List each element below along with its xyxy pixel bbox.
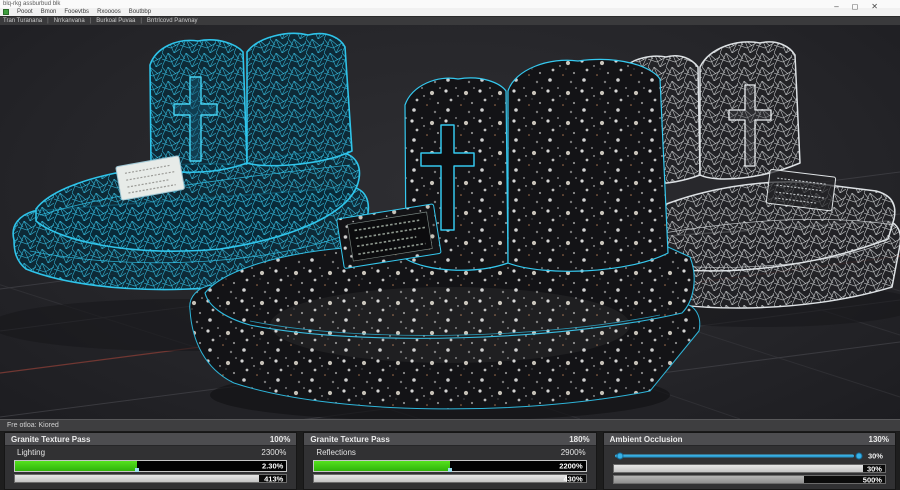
panel-granite-texture-lighting: Granite Texture Pass 100% Lighting 2300%… xyxy=(4,432,298,490)
toolbar-item-2[interactable]: Burkoal Puvaa xyxy=(96,17,135,25)
maximize-button[interactable]: ◻ xyxy=(852,3,859,11)
close-button[interactable]: ✕ xyxy=(871,3,878,11)
subrow-value: 2300% xyxy=(261,448,287,457)
panel-granite-texture-reflections: Granite Texture Pass 180% Reflections 29… xyxy=(303,432,597,490)
subrow-label: Lighting xyxy=(17,448,46,457)
panel-subrow: Lighting 2300% xyxy=(5,446,296,459)
minimize-button[interactable]: – xyxy=(834,3,838,11)
ao-progress-bar-2[interactable]: 500% xyxy=(612,475,886,484)
viewport-3d[interactable] xyxy=(0,25,900,419)
menu-item-0[interactable]: Pooot xyxy=(17,8,33,16)
panel-header[interactable]: Ambient Occlusion 130% xyxy=(603,433,895,446)
subrow-value: 2900% xyxy=(560,448,586,457)
secondary-progress-bar[interactable]: 413% xyxy=(14,474,288,483)
panel-header[interactable]: Granite Texture Pass 180% xyxy=(304,433,596,446)
progress-value: 500% xyxy=(862,475,882,484)
toolbar-separator: | xyxy=(47,18,49,24)
menu-item-4[interactable]: Boutbbp xyxy=(129,8,151,16)
progress-value: 2200% xyxy=(559,461,583,471)
toolbar-item-0[interactable]: Tran Turanana xyxy=(3,17,42,25)
toolbar: Tran Turanana | Nrrkanvana | Burkoal Puv… xyxy=(0,16,900,25)
slider-notch[interactable] xyxy=(135,468,140,472)
panel-title: Granite Texture Pass xyxy=(310,434,390,444)
ao-progress-bar-1[interactable]: 30% xyxy=(612,464,886,473)
panel-title: Granite Texture Pass xyxy=(11,434,91,444)
progress-value: 30% xyxy=(866,464,882,473)
panel-header[interactable]: Granite Texture Pass 100% xyxy=(5,433,297,446)
toolbar-separator: | xyxy=(140,18,142,24)
progress-fill xyxy=(314,461,450,471)
progress-fill xyxy=(15,461,138,471)
progress-fill xyxy=(613,465,864,472)
progress-fill xyxy=(15,475,260,482)
slider-handle-left[interactable] xyxy=(616,452,624,459)
secondary-progress-bar[interactable]: 430% xyxy=(313,474,587,483)
menu-item-2[interactable]: Fooevtbs xyxy=(64,8,89,16)
panel-title-value: 130% xyxy=(868,434,889,444)
menu-item-1[interactable]: Bmon xyxy=(41,8,57,16)
panel-subrow: Reflections 2900% xyxy=(304,446,595,459)
panel-title: Ambient Occlusion xyxy=(609,434,683,444)
status-bar: Fre otloa: Kiored xyxy=(0,419,900,432)
window-controls: – ◻ ✕ xyxy=(834,0,878,14)
progress-fill xyxy=(613,476,804,483)
reflections-progress-bar[interactable]: 2200% xyxy=(313,460,587,472)
panel-title-value: 180% xyxy=(569,434,590,444)
menu-item-3[interactable]: Rxoooos xyxy=(97,8,121,16)
subrow-label: Reflections xyxy=(316,448,356,457)
viewport-canvas xyxy=(0,32,900,419)
toolbar-item-3[interactable]: Brrtrlcovd Panvnay xyxy=(147,17,198,25)
white-model-plaque xyxy=(765,168,837,212)
progress-value: 413% xyxy=(264,474,284,483)
panel-ambient-occlusion: Ambient Occlusion 130% 30% 30% 500% xyxy=(602,432,896,490)
toolbar-item-1[interactable]: Nrrkanvana xyxy=(54,17,85,25)
progress-value: 2.30% xyxy=(262,461,284,471)
progress-fill xyxy=(314,475,567,482)
lighting-progress-bar[interactable]: 2.30% xyxy=(14,460,288,472)
window-title: blq-rkg assburbud blk xyxy=(3,1,61,7)
bottom-panels: Granite Texture Pass 100% Lighting 2300%… xyxy=(0,432,900,490)
panel-title-value: 100% xyxy=(269,434,291,444)
slider-handle-right[interactable] xyxy=(855,452,863,459)
ambient-occlusion-slider[interactable]: 30% xyxy=(613,448,886,463)
application-window: blq-rkg assburbud blk – ◻ ✕ Pooot Bmon F… xyxy=(0,0,900,490)
app-icon xyxy=(3,9,9,15)
title-bar: blq-rkg assburbud blk xyxy=(0,0,900,8)
status-text: Fre otloa: Kiored xyxy=(7,422,59,429)
progress-value: 430% xyxy=(563,474,583,483)
slider-track[interactable] xyxy=(614,454,854,457)
slider-notch[interactable] xyxy=(447,468,452,472)
slider-value: 30% xyxy=(867,451,883,460)
toolbar-separator: | xyxy=(89,18,92,24)
menu-bar: Pooot Bmon Fooevtbs Rxoooos Boutbbp xyxy=(0,8,900,16)
